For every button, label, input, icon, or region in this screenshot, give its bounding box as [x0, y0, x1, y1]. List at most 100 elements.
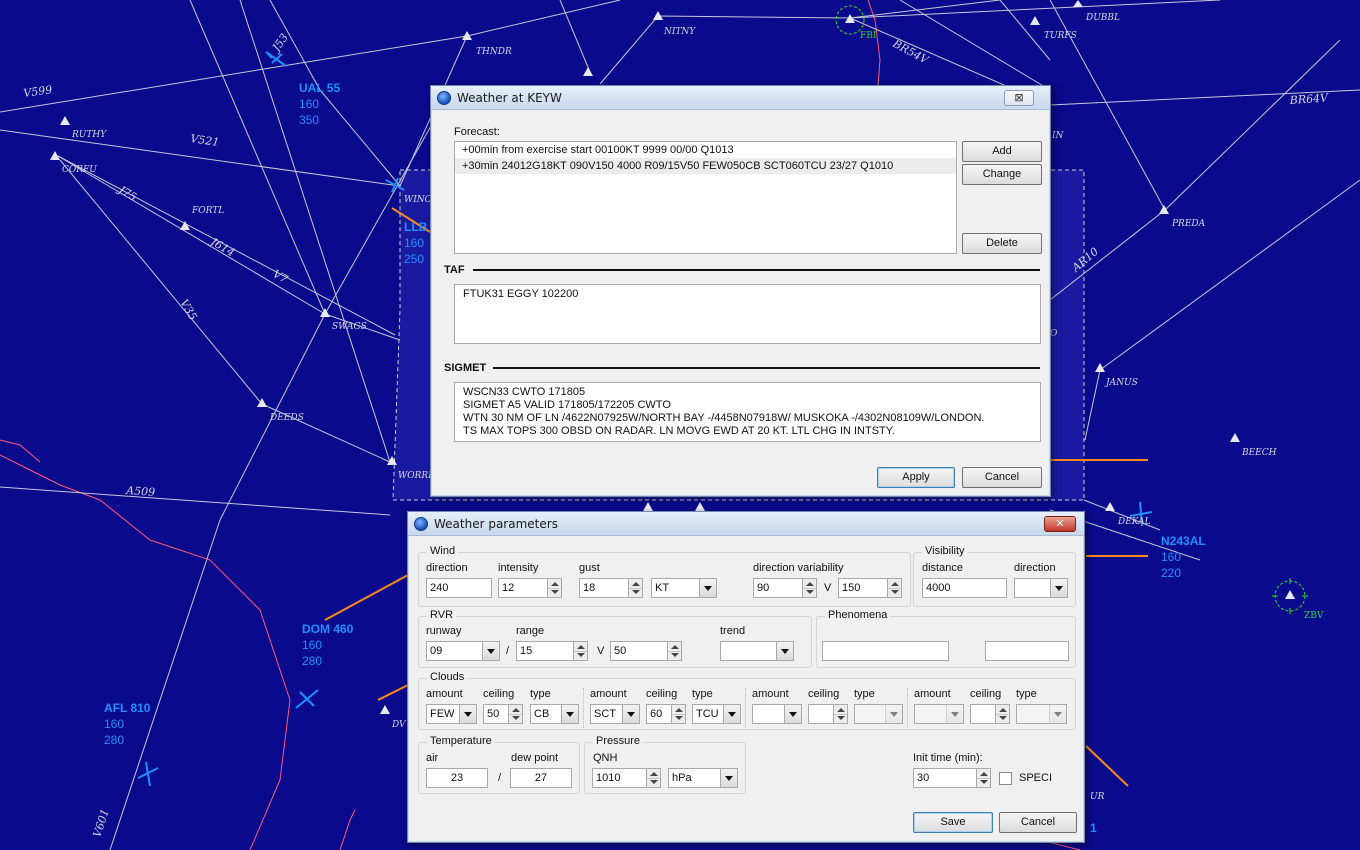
cloud-ceiling-input[interactable] — [970, 704, 996, 724]
aircraft-altitude: 160 — [302, 638, 322, 652]
forecast-item[interactable]: +00min from exercise start 00100KT 9999 … — [455, 142, 956, 158]
cancel-button[interactable]: Cancel — [962, 467, 1042, 488]
cloud-amount-select[interactable]: FEW — [426, 704, 477, 724]
cloud-amount-select[interactable] — [914, 704, 964, 724]
cancel-button[interactable]: Cancel — [999, 812, 1077, 833]
airport-label: ZBV — [1304, 611, 1324, 621]
rvr-trend-label: trend — [720, 625, 746, 637]
wind-unit-value: KT — [655, 582, 670, 594]
chevron-down-icon[interactable] — [622, 705, 639, 723]
cloud-amount-select[interactable] — [752, 704, 802, 724]
init-time-input[interactable]: 30 — [913, 768, 977, 788]
rvr-trend-select[interactable] — [720, 641, 794, 661]
chevron-down-icon[interactable] — [885, 705, 902, 723]
wind-unit-select[interactable]: KT — [651, 578, 717, 598]
waypoint-label: CORFU — [62, 165, 97, 175]
v-label: V — [597, 645, 605, 657]
cloud-ceiling-input[interactable]: 50 — [483, 704, 509, 724]
wind-gust-spinner[interactable] — [628, 578, 643, 598]
save-button[interactable]: Save — [913, 812, 993, 833]
airway-label: BR64V — [1288, 91, 1329, 107]
visibility-distance-label: distance — [922, 562, 963, 574]
wind-var-to-spinner[interactable] — [887, 578, 902, 598]
cloud-ceiling-spinner[interactable] — [833, 704, 848, 724]
chevron-down-icon[interactable] — [482, 642, 499, 660]
window-title: Weather at KEYW — [457, 90, 562, 105]
wind-var-to-input[interactable]: 150 — [838, 578, 888, 598]
wind-intensity-input[interactable]: 12 — [498, 578, 548, 598]
chevron-down-icon[interactable] — [946, 705, 963, 723]
cloud-amount-value: SCT — [594, 708, 616, 720]
visibility-distance-input[interactable]: 4000 — [922, 578, 1007, 598]
sigmet-textarea[interactable]: WSCN33 CWTO 171805 SIGMET A5 VALID 17180… — [454, 382, 1041, 442]
chevron-down-icon[interactable] — [1050, 579, 1067, 597]
wind-var-from-input[interactable]: 90 — [753, 578, 803, 598]
wind-var-from-spinner[interactable] — [802, 578, 817, 598]
clouds-group-title: Clouds — [427, 671, 468, 683]
init-time-spinner[interactable] — [976, 768, 991, 788]
temperature-air-label: air — [426, 752, 439, 764]
cloud-ceiling-spinner[interactable] — [671, 704, 686, 724]
wind-direction-input[interactable]: 240 — [426, 578, 492, 598]
speci-label: SPECI — [1019, 772, 1053, 784]
speci-checkbox[interactable] — [999, 772, 1012, 785]
rvr-runway-select[interactable]: 09 — [426, 641, 500, 661]
sigmet-divider — [493, 367, 1040, 369]
waypoint-label: NITNY — [663, 27, 696, 37]
change-button[interactable]: Change — [962, 164, 1042, 185]
wind-intensity-spinner[interactable] — [547, 578, 562, 598]
pressure-qnh-input[interactable]: 1010 — [592, 768, 647, 788]
chevron-down-icon[interactable] — [1049, 705, 1066, 723]
airway-label: V599 — [23, 83, 53, 100]
chevron-down-icon[interactable] — [723, 705, 740, 723]
chevron-down-icon[interactable] — [720, 769, 737, 787]
airway-label: V601 — [90, 807, 111, 839]
pressure-unit-select[interactable]: hPa — [668, 768, 738, 788]
pressure-group-title: Pressure — [593, 735, 644, 747]
temperature-dew-input[interactable]: 27 — [510, 768, 572, 788]
pressure-qnh-label: QNH — [593, 752, 618, 764]
cloud-type-select[interactable]: TCU — [692, 704, 741, 724]
rvr-range-to-spinner[interactable] — [667, 641, 682, 661]
aircraft-speed: 280 — [104, 733, 124, 747]
visibility-direction-label: direction — [1014, 562, 1056, 574]
phenomena-input-2[interactable] — [985, 641, 1069, 661]
cloud-ceiling-input[interactable] — [808, 704, 834, 724]
delete-button[interactable]: Delete — [962, 233, 1042, 254]
cloud-ceiling-spinner[interactable] — [508, 704, 523, 724]
rvr-range-from-spinner[interactable] — [573, 641, 588, 661]
cloud-type-select[interactable]: CB — [530, 704, 579, 724]
waypoint-label: JANUS — [1104, 378, 1138, 388]
rvr-range-to-input[interactable]: 50 — [610, 641, 668, 661]
add-button[interactable]: Add — [962, 141, 1042, 162]
cloud-amount-select[interactable]: SCT — [590, 704, 640, 724]
temperature-group-title: Temperature — [427, 735, 495, 747]
cloud-ceiling-input[interactable]: 60 — [646, 704, 672, 724]
wind-gust-input[interactable]: 18 — [579, 578, 629, 598]
chevron-down-icon[interactable] — [776, 642, 793, 660]
params-window-titlebar[interactable]: Weather parameters ✕ — [408, 512, 1084, 536]
visibility-direction-select[interactable] — [1014, 578, 1068, 598]
close-button[interactable]: ⊠ — [1004, 90, 1034, 106]
chevron-down-icon[interactable] — [699, 579, 716, 597]
pressure-qnh-spinner[interactable] — [646, 768, 661, 788]
chevron-down-icon[interactable] — [784, 705, 801, 723]
temperature-air-input[interactable]: 23 — [426, 768, 488, 788]
chevron-down-icon[interactable] — [459, 705, 476, 723]
cloud-type-select[interactable] — [1016, 704, 1067, 724]
aircraft-speed: 280 — [302, 654, 322, 668]
cloud-amount-label: amount — [752, 688, 789, 700]
phenomena-input-1[interactable] — [822, 641, 949, 661]
apply-button[interactable]: Apply — [877, 467, 955, 488]
taf-textarea[interactable]: FTUK31 EGGY 102200 — [454, 284, 1041, 344]
rvr-range-from-input[interactable]: 15 — [516, 641, 574, 661]
cloud-type-select[interactable] — [854, 704, 903, 724]
cloud-ceiling-spinner[interactable] — [995, 704, 1010, 724]
forecast-list[interactable]: +00min from exercise start 00100KT 9999 … — [454, 141, 957, 254]
forecast-item[interactable]: +30min 24012G18KT 090V150 4000 R09/15V50… — [455, 158, 956, 174]
close-button[interactable]: ✕ — [1044, 516, 1076, 532]
phenomena-group-title: Phenomena — [825, 609, 891, 621]
chevron-down-icon[interactable] — [561, 705, 578, 723]
weather-window-titlebar[interactable]: Weather at KEYW ⊠ — [431, 86, 1050, 110]
aircraft-callsign: UAL 55 — [299, 81, 340, 95]
